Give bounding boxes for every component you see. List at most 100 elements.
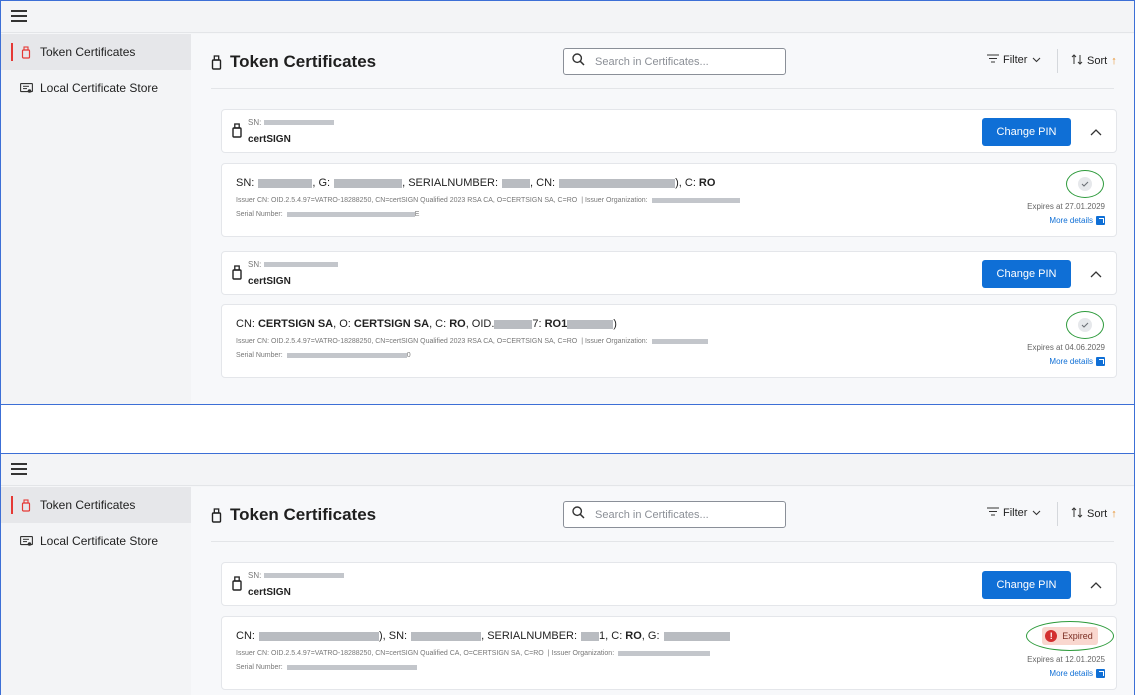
sidebar-item-token-certificates[interactable]: Token Certificates: [1, 487, 191, 523]
redacted-text: [618, 651, 711, 656]
certificate-subject: SN: , G: , SERIALNUMBER: , CN: ), C: RO: [236, 177, 716, 189]
redacted-text: [411, 631, 482, 641]
usb-token-icon: [232, 576, 242, 596]
sort-icon: [1071, 507, 1083, 521]
sidebar-item-local-certificate-store[interactable]: Local Certificate Store: [1, 70, 191, 106]
expiry-date: Expires at 27.01.2029: [1027, 202, 1105, 211]
usb-token-icon: [211, 507, 222, 523]
header-divider: [211, 541, 1114, 542]
sort-button[interactable]: Sort ↑: [1071, 54, 1117, 68]
search-icon: [572, 52, 585, 71]
redacted-text: [567, 319, 614, 329]
filter-icon: [987, 54, 999, 66]
change-pin-button[interactable]: Change PIN: [982, 118, 1071, 146]
more-details-link[interactable]: More details: [1049, 669, 1105, 678]
external-link-icon: [1096, 216, 1105, 225]
top-bar: [1, 1, 1134, 33]
main-content: Token Certificates Filter: [191, 34, 1134, 404]
token-serial: SN:: [248, 571, 345, 580]
sidebar-item-token-certificates[interactable]: Token Certificates: [1, 34, 191, 70]
token-header[interactable]: SN: certSIGN Change PIN: [221, 562, 1117, 606]
certificate-issuer: Issuer CN: OID.2.5.4.97=VATRO-18288250, …: [236, 338, 708, 345]
redacted-text: [264, 573, 345, 578]
certificate-subject: CN: CERTSIGN SA , O: CERTSIGN SA , C: RO…: [236, 318, 617, 330]
certificate-card[interactable]: CN: CERTSIGN SA , O: CERTSIGN SA , C: RO…: [221, 304, 1117, 378]
redacted-text: [559, 178, 676, 188]
toolbar-divider: [1057, 49, 1058, 73]
search-box[interactable]: [563, 48, 786, 75]
sidebar: Token Certificates Local Certificate Sto…: [1, 34, 191, 404]
more-details-link[interactable]: More details: [1049, 216, 1105, 225]
certificate-card[interactable]: CN: ), SN: , SERIALNUMBER: 1, C: RO , G:…: [221, 616, 1117, 690]
chevron-up-icon[interactable]: [1088, 124, 1104, 140]
search-box[interactable]: [563, 501, 786, 528]
token-header[interactable]: SN: certSIGN Change PIN: [221, 109, 1117, 153]
redacted-text: [581, 631, 600, 641]
token-header[interactable]: SN: certSIGN Change PIN: [221, 251, 1117, 295]
change-pin-button[interactable]: Change PIN: [982, 571, 1071, 599]
header-divider: [211, 88, 1114, 89]
expiry-date: Expires at 12.01.2025: [1027, 655, 1105, 664]
valid-status-indicator: [1066, 311, 1104, 339]
menu-icon[interactable]: [11, 10, 27, 22]
certificate-issuer: Issuer CN: OID.2.5.4.97=VATRO-18288250, …: [236, 650, 711, 657]
token-name: certSIGN: [248, 276, 291, 287]
redacted-text: [663, 631, 730, 641]
certificate-serial: Serial Number: 0: [236, 352, 411, 359]
sort-button[interactable]: Sort ↑: [1071, 507, 1117, 521]
usb-token-icon: [232, 123, 242, 143]
status-badge: ! Expired: [1042, 627, 1098, 645]
top-bar: [1, 454, 1134, 486]
certificate-issuer: Issuer CN: OID.2.5.4.97=VATRO-18288250, …: [236, 197, 740, 204]
chevron-up-icon[interactable]: [1088, 577, 1104, 593]
search-icon: [572, 505, 585, 524]
app-window-bottom: Token Certificates Local Certificate Sto…: [0, 453, 1135, 695]
certificate-card[interactable]: SN: , G: , SERIALNUMBER: , CN: ), C: RO …: [221, 163, 1117, 237]
page-title: Token Certificates: [211, 52, 376, 72]
app-window-top: Token Certificates Local Certificate Sto…: [0, 0, 1135, 405]
check-icon: [1078, 318, 1092, 332]
usb-token-icon: [19, 45, 33, 59]
sidebar-item-label: Token Certificates: [40, 498, 136, 512]
redacted-text: [258, 631, 379, 641]
page-header: Token Certificates Filter: [191, 34, 1134, 88]
main-content: Token Certificates Filter: [191, 487, 1134, 695]
usb-token-icon: [19, 498, 33, 512]
certificate-serial: Serial Number: E: [236, 211, 420, 218]
chevron-down-icon: [1032, 507, 1041, 519]
menu-icon[interactable]: [11, 463, 27, 475]
expiry-date: Expires at 04.06.2029: [1027, 343, 1105, 352]
screenshot-separator: [0, 405, 1135, 453]
more-details-link[interactable]: More details: [1049, 357, 1105, 366]
filter-button[interactable]: Filter: [987, 507, 1041, 519]
sort-direction-icon: ↑: [1111, 508, 1117, 520]
sort-icon: [1071, 54, 1083, 68]
external-link-icon: [1096, 357, 1105, 366]
sidebar-item-local-certificate-store[interactable]: Local Certificate Store: [1, 523, 191, 559]
search-input[interactable]: [595, 55, 765, 68]
sidebar-item-label: Local Certificate Store: [40, 534, 159, 548]
search-input[interactable]: [595, 508, 765, 521]
chevron-down-icon: [1032, 54, 1041, 66]
toolbar-divider: [1057, 502, 1058, 526]
page-header: Token Certificates Filter: [191, 487, 1134, 541]
sidebar-item-label: Token Certificates: [40, 45, 136, 59]
chevron-up-icon[interactable]: [1088, 266, 1104, 282]
sort-direction-icon: ↑: [1111, 55, 1117, 67]
certificate-store-icon: [19, 535, 33, 547]
token-serial: SN:: [248, 118, 335, 127]
redacted-text: [264, 262, 339, 267]
usb-token-icon: [232, 265, 242, 285]
valid-status-indicator: [1066, 170, 1104, 198]
change-pin-button[interactable]: Change PIN: [982, 260, 1071, 288]
certificate-store-icon: [19, 82, 33, 94]
certificate-subject: CN: ), SN: , SERIALNUMBER: 1, C: RO , G:: [236, 630, 730, 642]
certificate-serial: Serial Number:: [236, 664, 417, 671]
sidebar: Token Certificates Local Certificate Sto…: [1, 487, 191, 695]
page-title: Token Certificates: [211, 505, 376, 525]
filter-icon: [987, 507, 999, 519]
filter-button[interactable]: Filter: [987, 54, 1041, 66]
token-name: certSIGN: [248, 587, 291, 598]
usb-token-icon: [211, 54, 222, 70]
redacted-text: [264, 120, 335, 125]
